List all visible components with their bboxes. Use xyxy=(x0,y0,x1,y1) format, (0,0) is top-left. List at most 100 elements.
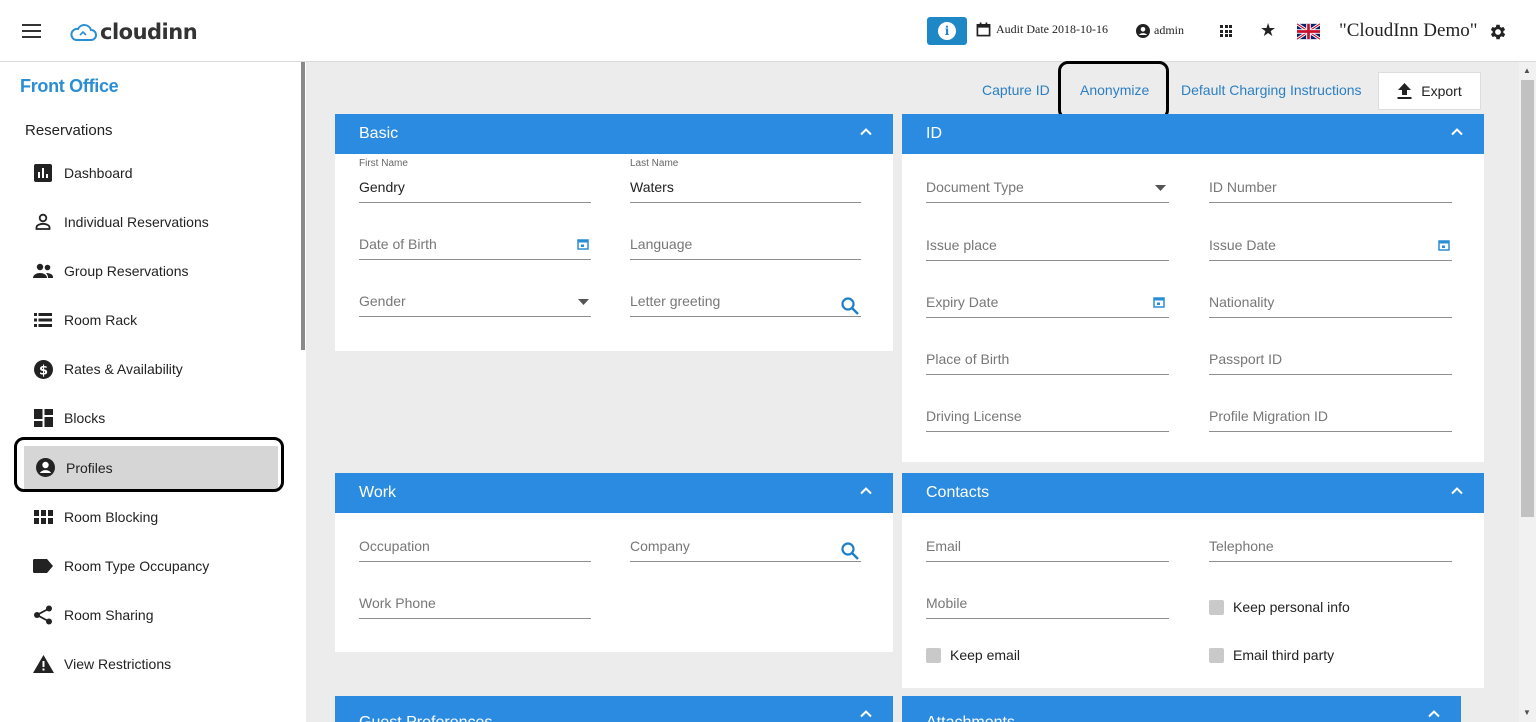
hamburger-menu-icon[interactable] xyxy=(22,24,41,38)
chevron-up-icon[interactable] xyxy=(1450,125,1464,139)
apps-grid-icon[interactable] xyxy=(1220,25,1232,37)
sidebar-item-room-type-occupancy[interactable]: Room Type Occupancy xyxy=(22,544,278,588)
sidebar-item-label: Group Reservations xyxy=(64,263,189,279)
app-logo[interactable]: cloudinn xyxy=(68,18,198,46)
person-icon xyxy=(32,211,54,233)
nationality-field[interactable]: Nationality xyxy=(1209,290,1452,318)
document-type-placeholder: Document Type xyxy=(926,179,1024,195)
checkbox-box[interactable] xyxy=(926,647,941,663)
nationality-placeholder: Nationality xyxy=(1209,294,1275,310)
place-of-birth-field[interactable]: Place of Birth xyxy=(926,347,1169,375)
language-field[interactable]: Language xyxy=(630,232,861,260)
caret-down-icon xyxy=(578,299,589,305)
sidebar: Front Office Reservations Dashboard Indi… xyxy=(0,62,300,722)
guest-preferences-card: Guest Preferences xyxy=(335,696,893,722)
contacts-title: Contacts xyxy=(926,484,990,501)
mobile-field[interactable]: Mobile xyxy=(926,591,1169,619)
chevron-up-icon[interactable] xyxy=(1427,707,1441,721)
account-circle-icon xyxy=(1136,23,1150,38)
driving-license-field[interactable]: Driving License xyxy=(926,404,1169,432)
attachments-card-header[interactable]: Attachments xyxy=(902,696,1461,722)
chevron-up-icon[interactable] xyxy=(1450,484,1464,498)
user-menu[interactable]: admin xyxy=(1136,23,1184,38)
sidebar-scrollbar[interactable] xyxy=(300,62,306,722)
scroll-down-arrow-icon[interactable]: ▼ xyxy=(1523,708,1531,717)
issue-date-placeholder: Issue Date xyxy=(1209,237,1276,253)
sidebar-item-label: Room Rack xyxy=(64,312,138,328)
sidebar-item-dashboard[interactable]: Dashboard xyxy=(22,151,278,195)
sidebar-item-group-reservations[interactable]: Group Reservations xyxy=(22,249,278,293)
capture-id-link[interactable]: Capture ID xyxy=(982,82,1050,98)
basic-card-header[interactable]: Basic xyxy=(335,114,893,154)
calendar-icon[interactable] xyxy=(1438,239,1450,251)
work-phone-field[interactable]: Work Phone xyxy=(359,591,591,619)
sidebar-item-view-restrictions[interactable]: View Restrictions xyxy=(22,642,278,686)
passport-id-field[interactable]: Passport ID xyxy=(1209,347,1452,375)
sidebar-item-room-sharing[interactable]: Room Sharing xyxy=(22,593,278,637)
sidebar-scroll-thumb[interactable] xyxy=(301,62,305,350)
letter-greeting-field[interactable]: Letter greeting xyxy=(630,289,861,317)
checkbox-box[interactable] xyxy=(1209,599,1224,615)
guest-preferences-card-header[interactable]: Guest Preferences xyxy=(335,696,893,722)
id-number-field[interactable]: ID Number xyxy=(1209,175,1452,203)
contacts-card-header[interactable]: Contacts xyxy=(902,473,1484,513)
document-type-select[interactable]: Document Type xyxy=(926,175,1169,203)
basic-title: Basic xyxy=(359,125,399,142)
work-title: Work xyxy=(359,484,397,501)
company-field[interactable]: Company xyxy=(630,534,861,562)
last-name-field[interactable]: Last Name Waters xyxy=(630,158,861,203)
occupation-field[interactable]: Occupation xyxy=(359,534,591,562)
export-button[interactable]: Export xyxy=(1378,72,1481,110)
email-field[interactable]: Email xyxy=(926,534,1169,562)
gear-icon[interactable] xyxy=(1488,22,1508,42)
search-icon[interactable] xyxy=(841,542,859,560)
bar-chart-icon xyxy=(32,162,54,184)
expiry-date-field[interactable]: Expiry Date xyxy=(926,290,1169,318)
checkbox-box[interactable] xyxy=(1209,647,1224,663)
keep-personal-info-checkbox[interactable]: Keep personal info xyxy=(1209,599,1350,615)
info-icon: i xyxy=(938,22,956,40)
main-scrollbar[interactable]: ▲ ▼ xyxy=(1519,62,1536,722)
default-charging-link[interactable]: Default Charging Instructions xyxy=(1181,82,1362,98)
property-name[interactable]: "CloudInn Demo" xyxy=(1339,20,1477,42)
gender-select[interactable]: Gender xyxy=(359,289,591,317)
profile-migration-id-placeholder: Profile Migration ID xyxy=(1209,408,1329,424)
label-icon xyxy=(32,555,54,577)
id-number-placeholder: ID Number xyxy=(1209,179,1277,195)
sidebar-item-label: Room Sharing xyxy=(64,607,154,623)
calendar-icon[interactable] xyxy=(577,238,589,250)
audit-date: Audit Date 2018-10-16 xyxy=(976,22,1108,37)
user-name: admin xyxy=(1154,23,1184,37)
star-icon[interactable]: ★ xyxy=(1260,20,1276,41)
calendar-icon[interactable] xyxy=(1153,296,1165,308)
sidebar-item-room-rack[interactable]: Room Rack xyxy=(22,298,278,342)
id-card-header[interactable]: ID xyxy=(902,114,1484,154)
sidebar-group-title: Reservations xyxy=(25,122,113,139)
sidebar-item-rates-availability[interactable]: $ Rates & Availability xyxy=(22,347,278,391)
sidebar-item-room-blocking[interactable]: Room Blocking xyxy=(22,495,278,539)
sidebar-item-label: Individual Reservations xyxy=(64,214,209,230)
work-card-header[interactable]: Work xyxy=(335,473,893,513)
first-name-label: First Name xyxy=(359,158,408,169)
uk-flag-icon[interactable] xyxy=(1297,23,1320,40)
search-icon[interactable] xyxy=(841,297,859,315)
first-name-field[interactable]: First Name Gendry xyxy=(359,158,591,203)
chevron-up-icon[interactable] xyxy=(859,707,873,721)
issue-date-field[interactable]: Issue Date xyxy=(1209,233,1452,261)
issue-place-field[interactable]: Issue place xyxy=(926,233,1169,261)
grid-icon xyxy=(32,506,54,528)
sidebar-item-individual-reservations[interactable]: Individual Reservations xyxy=(22,200,278,244)
anonymize-link[interactable]: Anonymize xyxy=(1080,82,1149,98)
telephone-field[interactable]: Telephone xyxy=(1209,534,1452,562)
sidebar-item-blocks[interactable]: Blocks xyxy=(22,396,278,440)
keep-email-checkbox[interactable]: Keep email xyxy=(926,647,1020,663)
chevron-up-icon[interactable] xyxy=(859,125,873,139)
profile-migration-id-field[interactable]: Profile Migration ID xyxy=(1209,404,1452,432)
date-of-birth-field[interactable]: Date of Birth xyxy=(359,232,591,260)
chevron-up-icon[interactable] xyxy=(859,484,873,498)
scroll-up-arrow-icon[interactable]: ▲ xyxy=(1523,66,1531,75)
email-third-party-checkbox[interactable]: Email third party xyxy=(1209,647,1334,663)
cloud-icon xyxy=(70,24,97,41)
main-scroll-thumb[interactable] xyxy=(1521,80,1534,517)
info-button[interactable]: i xyxy=(927,17,967,45)
